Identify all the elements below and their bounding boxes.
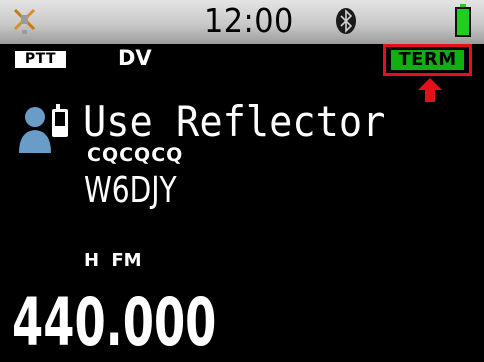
status-bar: 12:00 [0,0,484,44]
battery-icon [454,4,472,42]
frequency-display: 440.000 [12,284,217,361]
red-up-arrow-icon [418,78,442,106]
mode-label: DV [118,46,152,70]
contact-person-icon [18,103,74,159]
urcall-text: CQCQCQ [87,144,184,166]
callsign-text: W6DJY [84,170,177,211]
clock: 12:00 [204,1,294,40]
radio-display: 12:00 PTT DV TERM Use Reflector CQCQCQ W… [0,0,484,362]
power-mode-text: H FM [84,250,142,271]
term-indicator: TERM [391,50,464,70]
ptt-badge: PTT [15,51,66,68]
bluetooth-icon [335,7,357,39]
term-highlight-box: TERM [383,44,472,76]
reflector-text: Use Reflector [83,97,386,146]
gps-satellite-icon [12,4,38,40]
